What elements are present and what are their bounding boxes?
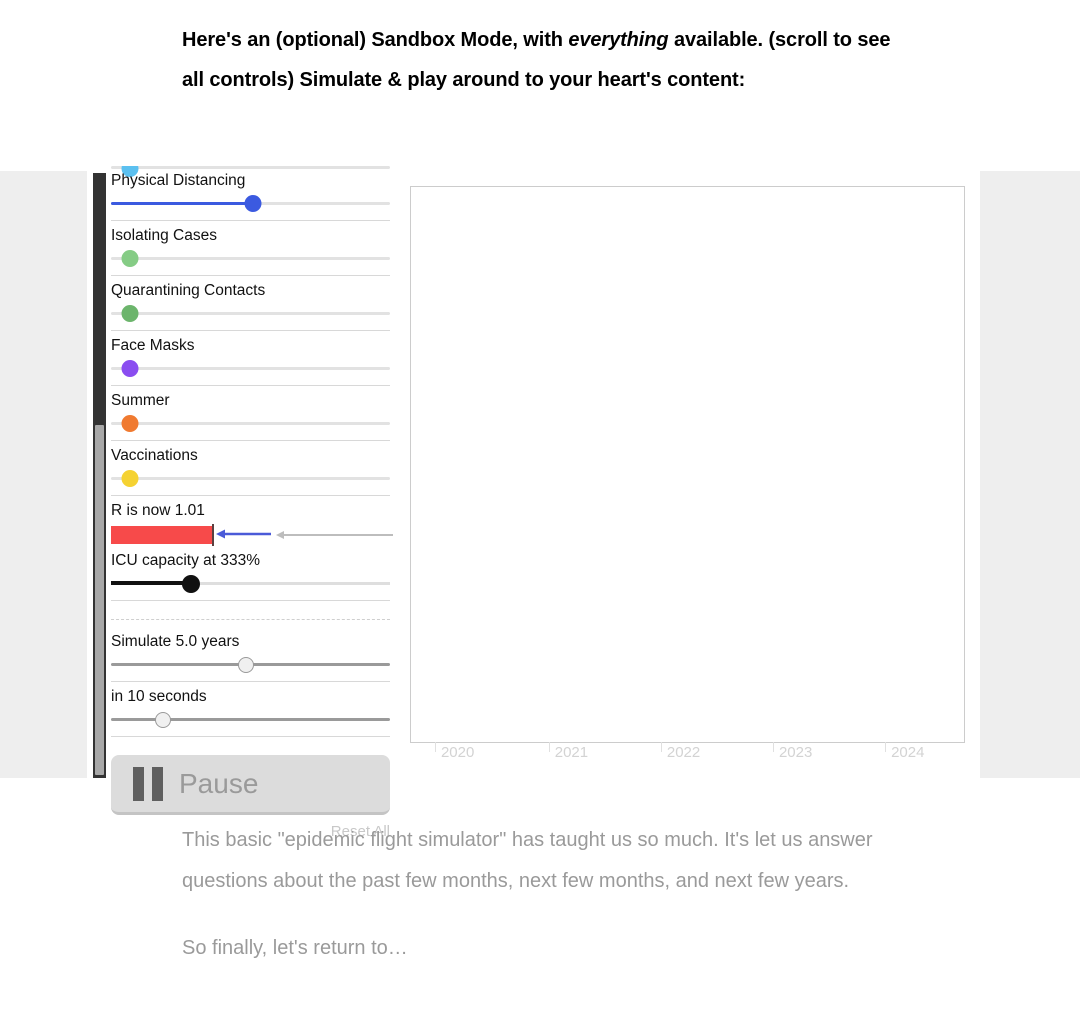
slider-knob[interactable]: [182, 575, 200, 593]
outro-paragraphs: This basic "epidemic flight simulator" h…: [182, 820, 902, 995]
simulate-seconds-label: in 10 seconds: [111, 688, 207, 705]
r-arrow-gray-icon: [276, 531, 393, 539]
control-simulate-years: Simulate 5.0 years: [111, 632, 392, 675]
controls-column: Physical Distancing Isolating Cases Quar…: [111, 171, 393, 840]
x-tick-label: 2021: [554, 744, 589, 761]
r-meter-bar: [111, 526, 212, 544]
pause-icon: [133, 766, 163, 801]
divider: [111, 440, 390, 441]
divider: [111, 275, 390, 276]
slider-knob[interactable]: [121, 305, 139, 322]
outro-paragraph-2: So finally, let's return to…: [182, 937, 408, 959]
control-isolating-cases: Isolating Cases: [111, 226, 392, 269]
section-divider-dashed: [111, 619, 390, 620]
divider: [111, 736, 390, 737]
simulate-years-label: Simulate 5.0 years: [111, 633, 240, 650]
slider-track[interactable]: [111, 477, 390, 480]
control-summer: Summer: [111, 391, 392, 434]
slider-track[interactable]: [111, 367, 390, 370]
outro-paragraph-1: This basic "epidemic flight simulator" h…: [182, 829, 873, 892]
x-tick-label: 2020: [440, 744, 475, 761]
slider-icu-capacity[interactable]: [111, 572, 392, 596]
slider-physical-distancing[interactable]: [111, 192, 392, 214]
pause-button-label: Pause: [179, 767, 259, 799]
slider-knob[interactable]: [244, 195, 262, 212]
intro-paragraph: Here's an (optional) Sandbox Mode, with …: [182, 20, 902, 100]
control-label: Quarantining Contacts: [111, 282, 266, 299]
r-value-label: R is now 1.01: [111, 502, 205, 519]
slider-fill: [111, 202, 253, 205]
intro-emphasis: everything: [568, 29, 669, 51]
intro-text-a: Here's an (optional) Sandbox Mode, with: [182, 29, 569, 51]
x-tick-mark: [772, 742, 774, 752]
divider: [111, 495, 390, 496]
slider-track[interactable]: [111, 166, 390, 169]
control-simulate-seconds: in 10 seconds: [111, 687, 392, 730]
x-tick-mark: [548, 742, 550, 752]
x-tick-label: 2022: [666, 744, 701, 761]
slider-knob[interactable]: [121, 360, 139, 377]
control-physical-distancing: Physical Distancing: [111, 171, 392, 214]
x-tick-mark: [660, 742, 662, 752]
chart-x-axis: 2020 2021 2022 2023 2024: [410, 742, 965, 774]
r-arrow-blue-icon: [216, 529, 271, 539]
slider-knob[interactable]: [155, 712, 171, 728]
control-face-masks: Face Masks: [111, 336, 392, 379]
control-label: Summer: [111, 392, 170, 409]
control-label: Vaccinations: [111, 447, 198, 464]
x-tick-mark: [434, 742, 436, 752]
divider: [111, 385, 390, 386]
slider-track[interactable]: [111, 718, 390, 721]
slider-vaccinations[interactable]: [111, 467, 392, 489]
slider-summer[interactable]: [111, 412, 392, 434]
x-tick-label: 2023: [778, 744, 813, 761]
slider-knob[interactable]: [121, 470, 139, 487]
r-meter[interactable]: [111, 523, 393, 547]
controls-scrollbar-thumb[interactable]: [95, 425, 104, 775]
x-tick-mark: [885, 742, 887, 752]
divider: [111, 220, 390, 221]
slider-knob[interactable]: [238, 657, 254, 673]
divider: [111, 330, 390, 331]
slider-track[interactable]: [111, 422, 390, 425]
slider-knob[interactable]: [121, 415, 139, 432]
pause-button[interactable]: Pause: [111, 755, 390, 815]
slider-track[interactable]: [111, 257, 390, 260]
divider: [111, 600, 390, 601]
control-vaccinations: Vaccinations: [111, 446, 392, 489]
slider-simulate-years[interactable]: [111, 653, 392, 675]
control-r-value: R is now 1.01: [111, 501, 393, 547]
slider-knob[interactable]: [121, 250, 139, 267]
epidemic-chart[interactable]: [410, 186, 965, 743]
control-label: Physical Distancing: [111, 172, 246, 189]
x-tick-label: 2024: [891, 744, 925, 761]
slider-fill: [111, 581, 191, 585]
slider-simulate-seconds[interactable]: [111, 708, 392, 730]
slider-face-masks[interactable]: [111, 357, 392, 379]
control-icu-capacity: ICU capacity at 333%: [111, 551, 392, 596]
slider-track[interactable]: [111, 312, 390, 315]
divider: [111, 681, 390, 682]
slider-quarantining-contacts[interactable]: [111, 302, 392, 324]
icu-label: ICU capacity at 333%: [111, 552, 261, 569]
chart-border: [410, 186, 965, 743]
slider-isolating-cases[interactable]: [111, 247, 392, 269]
control-label: Isolating Cases: [111, 227, 217, 244]
control-quarantining-contacts: Quarantining Contacts: [111, 281, 392, 324]
control-label: Face Masks: [111, 337, 195, 354]
